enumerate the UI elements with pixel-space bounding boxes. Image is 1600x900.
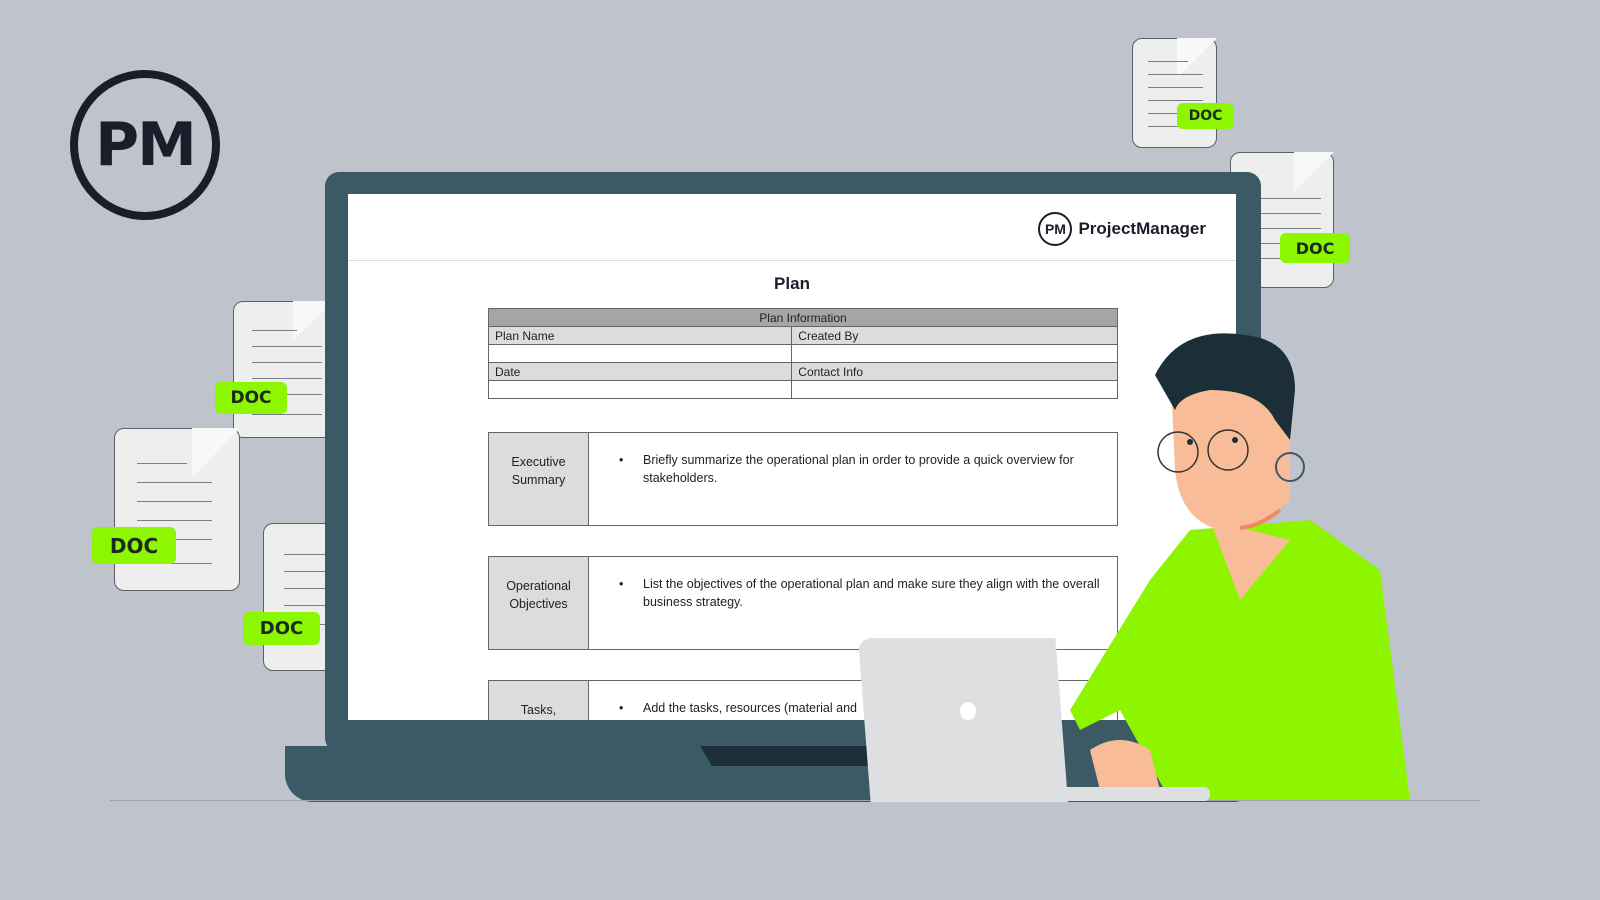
header-divider [348,260,1236,261]
doc-file-icon [233,301,333,438]
section-executive-summary: Executive Summary Briefly summarize the … [488,432,1118,526]
brand-name: ProjectManager [1078,219,1206,238]
laptop-icon [858,638,1068,802]
doc-badge: DOC [1280,233,1350,263]
woman-illustration-icon [1070,333,1410,800]
doc-badge: DOC [1177,103,1234,129]
section-label: Executive Summary [489,433,589,525]
field-label: Date [487,362,793,381]
doc-badge: DOC [243,612,320,645]
plan-name-field[interactable] [487,344,793,363]
brand-logo-icon: PM [1038,212,1073,246]
doc-badge: DOC [92,527,176,564]
doc-file-icon [1132,38,1217,148]
plan-info-table: Plan Information Plan Name Created By Dat… [487,308,1118,399]
laptop-logo-icon [960,702,976,720]
document-title: Plan [774,274,810,293]
doc-file-icon [114,428,240,591]
laptop-base [1060,787,1210,801]
section-label: Operational Objectives [489,557,589,649]
doc-badge: DOC [215,382,287,414]
pm-logo-text: PM [95,110,197,180]
brand: PM ProjectManager [1038,212,1206,246]
date-field[interactable] [487,380,793,399]
section-label: Tasks, [489,681,589,720]
section-operational-objectives: Operational Objectives List the objectiv… [488,556,1118,650]
pm-logo-icon: PM [70,70,220,220]
section-text[interactable]: List the objectives of the operational p… [619,575,1103,611]
field-label: Plan Name [487,326,793,345]
section-text[interactable]: Briefly summarize the operational plan i… [619,451,1103,487]
plan-info-header: Plan Information [488,308,1118,327]
